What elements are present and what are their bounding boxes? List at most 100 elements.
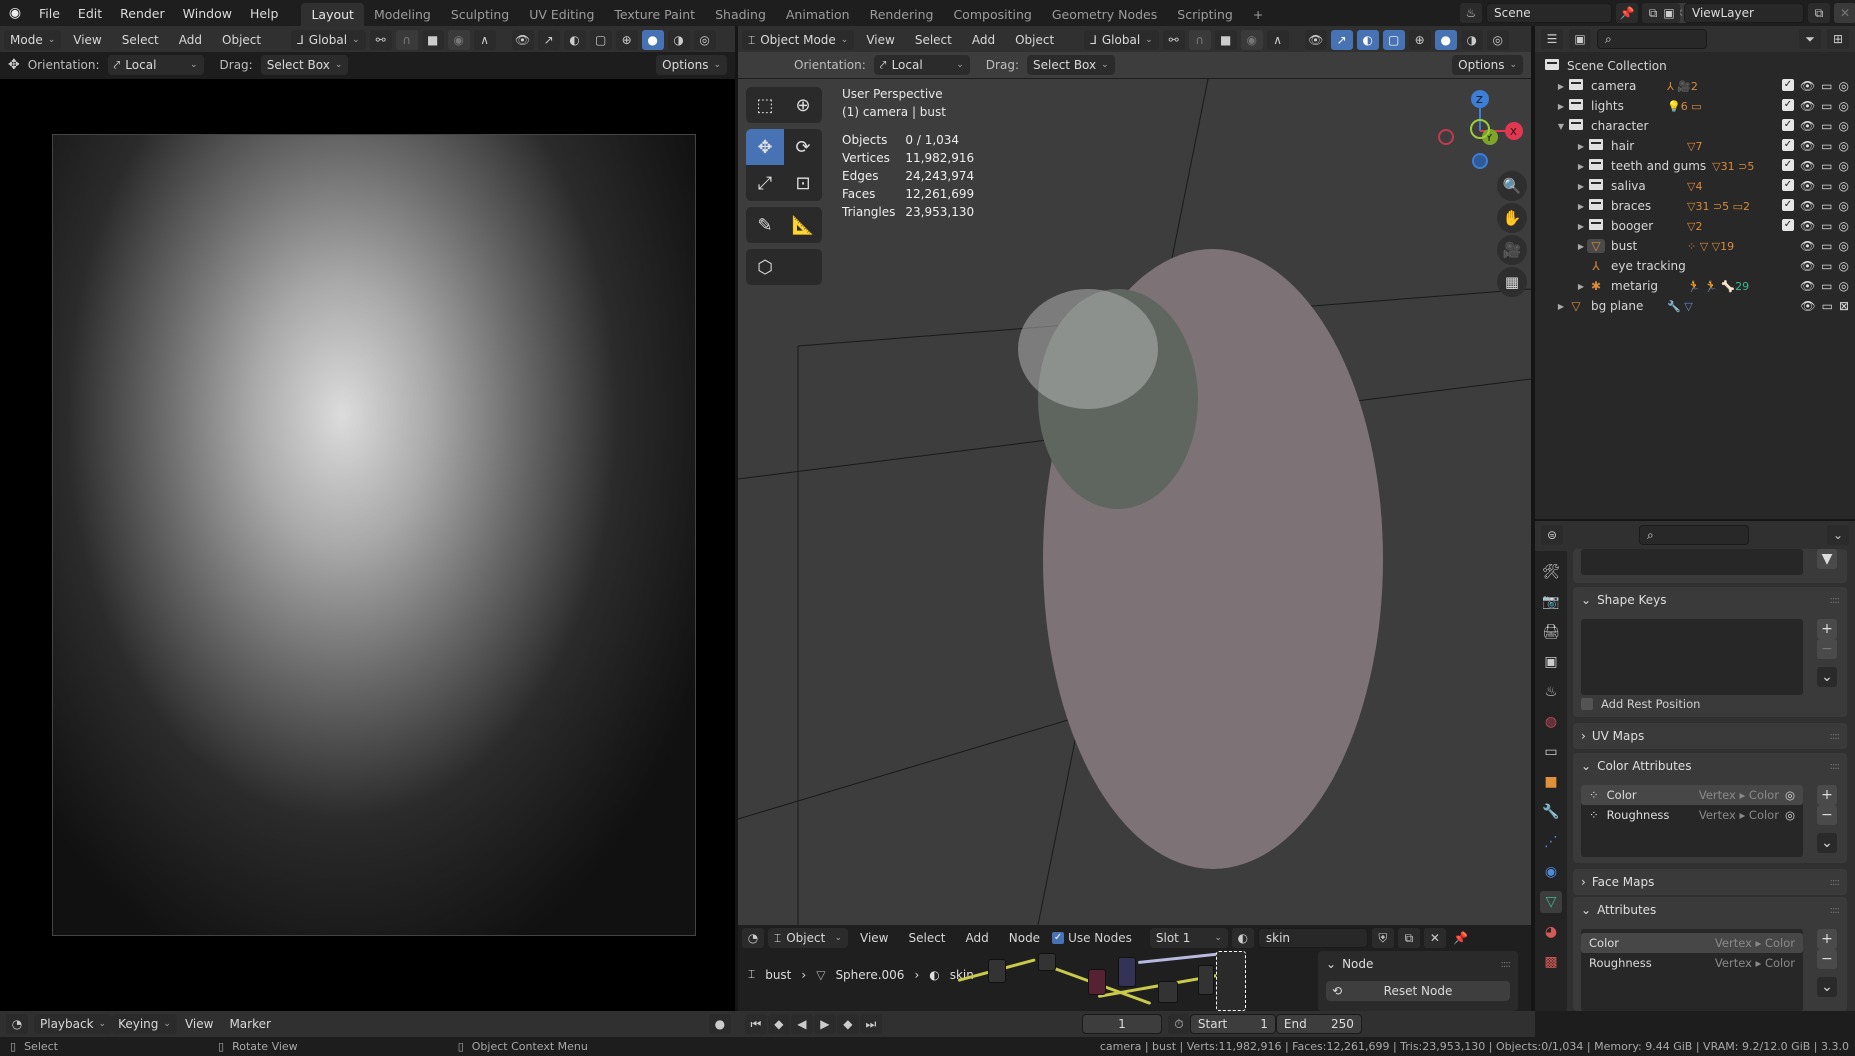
output-tab-icon[interactable]: 🖨 [1540,621,1562,643]
right-options-dropdown[interactable]: Options ⌄ [1452,55,1523,75]
render-camera-icon[interactable]: ◎ [1839,99,1849,113]
overlay-icon[interactable]: ◐ [1356,30,1379,50]
list-menu-icon[interactable]: ▼ [1817,549,1837,569]
breadcrumb-object[interactable]: bust [765,968,791,982]
duplicate-material-icon[interactable]: ⧉ [1397,928,1420,948]
render-camera-icon[interactable]: ◎ [1839,119,1849,133]
specials-chevron-icon[interactable]: ⌄ [1817,977,1837,997]
shape-keys-header[interactable]: ⌄ Shape Keys:::: [1573,587,1847,613]
select-box-tool-icon[interactable]: ⬚ [746,87,784,123]
menu-help[interactable]: Help [241,6,288,21]
display-mode-icon[interactable]: ☰ [1541,29,1563,49]
monitor-icon[interactable]: ▭ [1821,239,1832,253]
exclude-checkbox[interactable]: ✓ [1781,159,1794,171]
node-editor-canvas[interactable]: ⌶ bust › ▽ Sphere.006 › ◐ skin ⌄ Node::::… [738,951,1531,1011]
add-rest-position-checkbox[interactable] [1581,698,1593,710]
color-attribute-row[interactable]: ⁘ Color Vertex ▸ Color ◎ [1581,785,1803,805]
shape-keys-list[interactable] [1581,619,1803,695]
pivot-icon[interactable]: ⚯ [1162,30,1185,50]
xray-icon[interactable]: ▢ [1382,30,1405,50]
shader-type-dropdown[interactable]: ⌶ Object ⌄ [768,928,848,948]
render-disabled-icon[interactable]: ⊠ [1839,299,1849,313]
cursor-tool-icon[interactable]: ⊕ [784,87,822,123]
tab-animation[interactable]: Animation [776,3,860,26]
add-workspace-button[interactable]: + [1243,3,1273,26]
face-maps-header[interactable]: › Face Maps:::: [1573,869,1847,895]
eye-icon[interactable]: 👁 [1800,259,1815,273]
world-tab-icon[interactable]: ◍ [1540,711,1562,733]
attribute-row[interactable]: Roughness Vertex ▸ Color [1581,953,1803,973]
expand-icon[interactable]: ▶ [1575,202,1587,211]
options-chevron-icon[interactable]: ⌄ [1827,525,1849,545]
zoom-icon[interactable]: 🔍 [1497,171,1527,201]
add-icon[interactable]: + [1817,619,1837,639]
left-options-dropdown[interactable]: Options ⌄ [656,55,727,75]
area-divider[interactable] [735,26,738,1011]
left-menu-view[interactable]: View [65,33,109,47]
new-collection-icon[interactable]: ⊞ [1827,29,1849,49]
view-layer-tab-icon[interactable]: ▣ [1540,651,1562,673]
tab-sculpting[interactable]: Sculpting [441,3,519,26]
node-panel-header[interactable]: ⌄ Node:::: [1318,951,1518,977]
keying-menu[interactable]: Keying ⌄ [112,1014,177,1034]
material-output-node[interactable] [1216,951,1246,1011]
rotate-tool-icon[interactable]: ⟳ [784,129,822,165]
color-attribute-row[interactable]: ⁘ Roughness Vertex ▸ Color ◎ [1581,805,1803,825]
render-camera-icon[interactable]: ◎ [1839,139,1849,153]
eye-icon[interactable]: 👁 [1800,199,1815,213]
unlink-material-icon[interactable]: ✕ [1423,928,1446,948]
exclude-checkbox[interactable]: ✓ [1781,219,1794,231]
timeline-menu-view[interactable]: View [177,1017,221,1031]
texture-tab-icon[interactable]: ▩ [1540,951,1562,973]
right-drag-dropdown[interactable]: Select Box ⌄ [1026,55,1115,75]
object-mode-dropdown[interactable]: ⌶ Object Mode ⌄ [742,30,855,50]
expand-icon[interactable]: ▶ [1575,142,1587,151]
outliner-row-saliva[interactable]: ▶ saliva ▽4 ✓ 👁 ▭ ◎ [1543,176,1855,196]
material-shading-icon[interactable]: ◑ [667,30,690,50]
shader-node[interactable] [1158,981,1178,1003]
drag-grip-icon[interactable]: :::: [1830,595,1841,606]
scene-tab-icon[interactable]: ♨ [1540,681,1562,703]
physics-tab-icon[interactable]: ◉ [1540,861,1562,883]
particles-tab-icon[interactable]: ⋰ [1540,831,1562,853]
tab-compositing[interactable]: Compositing [943,3,1041,26]
add-cube-tool-icon[interactable]: ⬡ [746,249,784,285]
shader-node[interactable] [1198,965,1214,995]
pin-icon[interactable]: 📌 [1450,928,1472,948]
use-nodes-toggle[interactable]: ✓ Use Nodes [1052,931,1132,945]
menu-window[interactable]: Window [174,6,241,21]
left-drag-dropdown[interactable]: Select Box ⌄ [260,55,349,75]
outliner-row-eye-tracking[interactable]: ⅄ eye tracking 👁 ▭ ◎ [1543,256,1855,276]
rendered-shading-icon[interactable]: ◎ [693,30,716,50]
specials-chevron-icon[interactable]: ⌄ [1817,667,1837,687]
menu-file[interactable]: File [30,6,69,21]
3d-viewport[interactable]: ⬚ ⊕ ✥ ⟳ ⤢ ⊡ ✎ 📐 ⬡ User Perspective (1) c… [738,79,1531,925]
annotate-tool-icon[interactable]: ✎ [746,207,784,243]
move-tool-icon[interactable]: ✥ [746,129,784,165]
exclude-checkbox[interactable]: ✓ [1781,179,1794,191]
play-icon[interactable]: ▶ [813,1014,836,1034]
drag-grip-icon[interactable]: :::: [1501,959,1512,970]
monitor-icon[interactable]: ▭ [1821,139,1832,153]
render-camera-icon[interactable]: ◎ [1839,279,1849,293]
measure-tool-icon[interactable]: 📐 [784,207,822,243]
render-camera-icon[interactable]: ◎ [1839,179,1849,193]
right-menu-add[interactable]: Add [964,33,1003,47]
tab-layout[interactable]: Layout [301,3,364,26]
tab-rendering[interactable]: Rendering [860,3,944,26]
wireframe-shading-icon[interactable]: ⊕ [1408,30,1431,50]
jump-end-icon[interactable]: ⏭ [859,1014,882,1034]
expand-icon[interactable]: ▶ [1575,242,1587,251]
render-camera-icon[interactable]: ◎ [1839,159,1849,173]
snap-target-icon[interactable]: ■ [1214,30,1237,50]
add-icon[interactable]: + [1817,929,1837,949]
monitor-icon[interactable]: ▭ [1822,299,1833,313]
add-icon[interactable]: + [1817,785,1837,805]
render-tab-icon[interactable]: 📷 [1540,591,1562,613]
falloff-icon[interactable]: ∧ [1266,30,1289,50]
delete-view-layer-icon[interactable]: ✕ [1834,3,1855,23]
tab-uv-editing[interactable]: UV Editing [519,3,604,26]
monitor-icon[interactable]: ▭ [1821,79,1832,93]
modifier-tab-icon[interactable]: 🔧 [1540,801,1562,823]
left-orientation-dropdown[interactable]: ⤤ Local ⌄ [107,55,204,75]
